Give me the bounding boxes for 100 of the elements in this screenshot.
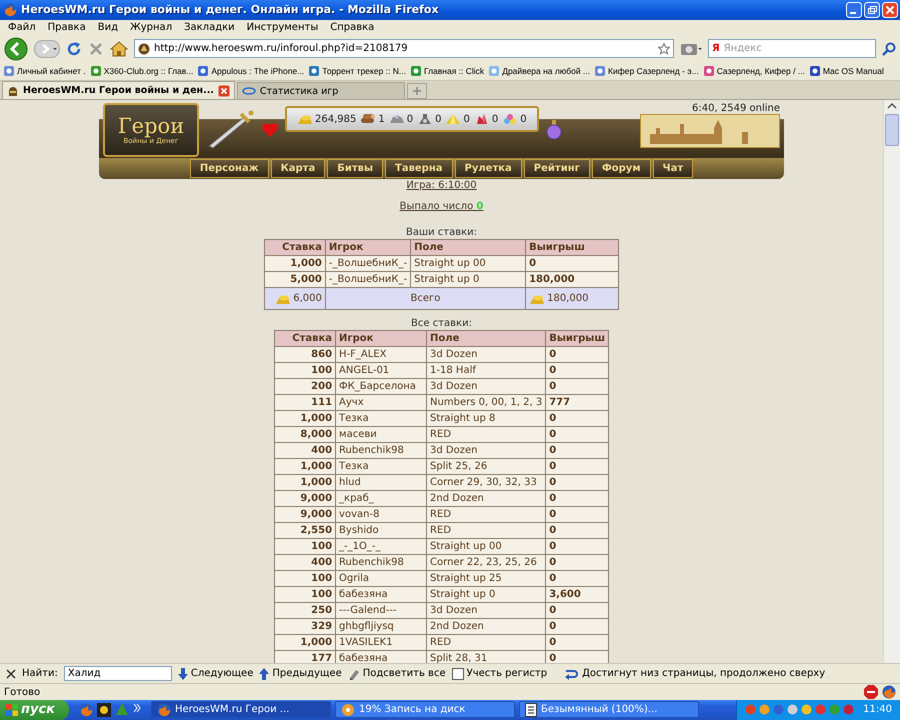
start-button[interactable]: пуск: [0, 700, 69, 720]
table-cell: -_ВолшебниК_-: [325, 256, 411, 272]
column-header: Поле: [410, 240, 526, 256]
nav-button[interactable]: Битвы: [327, 159, 383, 178]
result-link[interactable]: Выпало число 0: [400, 201, 484, 214]
game-link[interactable]: Игра: 6:10:00: [406, 180, 477, 192]
close-icon[interactable]: [6, 668, 16, 679]
taskbar-button[interactable]: 19% Запись на диск: [335, 701, 515, 718]
tab-close-button[interactable]: [218, 84, 230, 97]
table-cell: Numbers 0, 00, 1, 2, 3: [426, 394, 546, 411]
bookmark-link[interactable]: Сазерленд, Кифер / ...: [716, 66, 805, 76]
find-next-button[interactable]: Следующее: [190, 668, 254, 680]
forward-button[interactable]: [34, 40, 60, 58]
nav-button[interactable]: Рулетка: [454, 159, 522, 178]
up-arrow-icon: [259, 668, 270, 680]
stop-sign-icon[interactable]: [864, 685, 878, 700]
stop-icon[interactable]: [88, 40, 104, 57]
bookmark-link[interactable]: Личный кабинет .: [17, 66, 86, 76]
star-icon[interactable]: [658, 42, 670, 55]
table-caption: Все ставки:: [410, 318, 473, 330]
table-cell: 100: [274, 586, 336, 603]
find-field[interactable]: Халид: [64, 666, 172, 682]
minimize-button[interactable]: [846, 2, 862, 18]
bookmark-link[interactable]: Кифер Сазерленд - э...: [608, 66, 699, 76]
checkbox[interactable]: [452, 668, 464, 680]
helmet-icon: [7, 84, 19, 97]
quick-launch-icon[interactable]: [97, 702, 111, 717]
table-cell: ---Galend---: [336, 602, 427, 619]
nav-button[interactable]: Персонаж: [190, 159, 269, 178]
table-cell: 100: [274, 538, 336, 555]
back-button[interactable]: [4, 36, 28, 61]
reload-icon[interactable]: [66, 40, 82, 57]
checkbox-label: Учесть регистр: [466, 668, 548, 680]
table-cell: 3,600: [546, 586, 608, 603]
table-cell: 1,000: [274, 634, 336, 651]
home-icon[interactable]: [110, 40, 128, 57]
menu-item[interactable]: Журнал: [124, 22, 178, 34]
highlight-all-button[interactable]: Подсветить все: [362, 668, 446, 680]
table-cell: 100: [274, 570, 336, 587]
table-cell: 200: [274, 378, 336, 395]
nav-button[interactable]: Таверна: [385, 159, 452, 178]
resource-count: 1: [378, 114, 385, 125]
table-cell: 1,000: [264, 256, 326, 272]
table-cell: 0: [546, 570, 608, 587]
table-cell: 329: [274, 618, 336, 635]
bookmark-icon: [702, 64, 715, 77]
nav-button[interactable]: Карта: [270, 159, 326, 178]
tray-icon[interactable]: [787, 704, 798, 716]
taskbar-button[interactable]: Безымянный (100%)...: [519, 701, 699, 718]
menu-item[interactable]: Справка: [324, 22, 380, 34]
maximize-button[interactable]: [864, 2, 880, 18]
search-field[interactable]: Я Яндекс: [708, 39, 876, 58]
bookmark-icon: [308, 64, 320, 77]
browser-tab[interactable]: HeroesWM.ru Герои войны и ден...: [2, 81, 235, 100]
bookmark-link[interactable]: Драйвера на любой ...: [502, 66, 590, 76]
menu-item[interactable]: Закладки: [178, 22, 241, 34]
close-button[interactable]: [882, 2, 898, 18]
table-cell: 0: [546, 474, 608, 491]
gems-icon: [502, 113, 518, 126]
chevron-icon[interactable]: [133, 702, 141, 713]
bookmark-link[interactable]: Главная :: Click: [424, 66, 484, 76]
scrollbar[interactable]: [883, 100, 900, 664]
table-cell: 0: [546, 442, 608, 459]
new-tab-button[interactable]: [406, 83, 427, 100]
nav-button[interactable]: Чат: [652, 159, 694, 178]
menu-item[interactable]: Правка: [42, 22, 92, 34]
table-cell: 9,000: [274, 506, 336, 523]
table-cell: 2,550: [274, 522, 336, 539]
menu-item[interactable]: Вид: [92, 22, 124, 34]
menu-item[interactable]: Файл: [2, 22, 42, 34]
column-header: Ставка: [274, 330, 336, 347]
column-header: Поле: [426, 330, 546, 347]
table-cell: 2nd Dozen: [426, 618, 546, 635]
resource-count: 0: [406, 114, 414, 125]
table-cell: 3d Dozen: [426, 602, 546, 619]
coins-icon: [275, 292, 292, 305]
table-cell: 1-18 Half: [426, 362, 546, 379]
bookmark-link[interactable]: X360-Club.org :: Глав...: [104, 66, 194, 76]
resource-count: 264,985: [315, 114, 356, 125]
document-icon: [525, 702, 537, 717]
table-cell: 1,000: [274, 474, 336, 491]
search-icon[interactable]: [882, 42, 896, 56]
potion-icon[interactable]: [544, 120, 563, 140]
bookmark-link[interactable]: Mac OS Manual: [822, 66, 884, 76]
coins-icon: [297, 113, 313, 126]
table-cell: 8,000: [274, 426, 336, 443]
find-previous-button[interactable]: Предыдущее: [272, 668, 342, 680]
scrollbar-thumb[interactable]: [885, 114, 899, 146]
table-cell: RED: [426, 506, 546, 523]
bookmark-link[interactable]: Appulous : The iPhone...: [211, 66, 304, 76]
taskbar-button[interactable]: HeroesWM.ru Герои ...: [151, 701, 331, 718]
table-cell: 0: [546, 538, 608, 555]
table-cell: Straight up 8: [426, 410, 546, 427]
address-field[interactable]: http://www.heroeswm.ru/inforoul.php?id=2108179: [134, 39, 674, 58]
browser-tab[interactable]: Статистика игр: [236, 82, 405, 100]
nav-button[interactable]: Форум: [592, 159, 650, 178]
bookmark-link[interactable]: Торрент трекер :: N...: [322, 66, 406, 76]
table-cell: 0: [546, 362, 608, 379]
nav-button[interactable]: Рейтинг: [524, 159, 590, 178]
menu-item[interactable]: Инструменты: [240, 22, 324, 34]
